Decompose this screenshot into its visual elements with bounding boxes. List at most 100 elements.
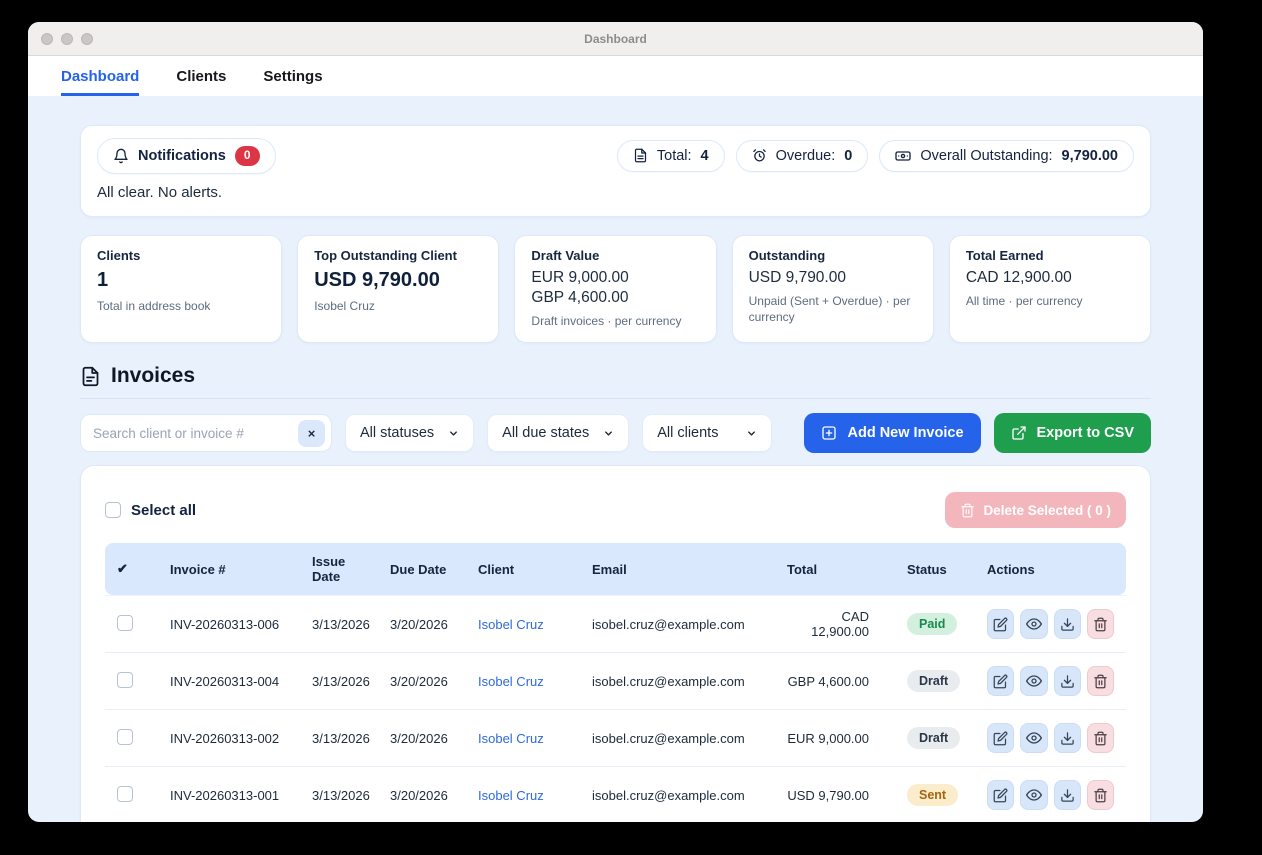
header-actions: Actions <box>975 543 1126 595</box>
download-button[interactable] <box>1054 723 1081 753</box>
tab-clients[interactable]: Clients <box>176 56 226 96</box>
select-all-label: Select all <box>131 502 196 519</box>
chevron-down-icon <box>448 428 459 439</box>
client-link[interactable]: Isobel Cruz <box>478 731 544 746</box>
invoice-table-panel: Select all Delete Selected ( 0 ) <box>80 465 1151 822</box>
status-filter-value: All statuses <box>360 425 434 441</box>
row-checkbox[interactable] <box>117 672 133 688</box>
select-all-control: Select all <box>105 502 196 519</box>
status-filter-select[interactable]: All statuses <box>345 414 474 452</box>
edit-icon <box>993 788 1008 803</box>
minimize-button[interactable] <box>61 33 73 45</box>
export-csv-button[interactable]: Export to CSV <box>994 413 1151 453</box>
stat-sub: Isobel Cruz <box>314 298 482 314</box>
status-badge: Sent <box>907 784 958 806</box>
stat-sub: Draft invoices · per currency <box>531 313 699 329</box>
client-filter-value: All clients <box>657 425 718 441</box>
client-link[interactable]: Isobel Cruz <box>478 788 544 803</box>
notifications-toggle[interactable]: Notifications 0 <box>97 138 276 174</box>
search-input[interactable] <box>93 426 298 441</box>
view-button[interactable] <box>1020 780 1047 810</box>
tab-dashboard[interactable]: Dashboard <box>61 56 139 96</box>
due-date: 3/20/2026 <box>378 767 466 822</box>
download-button[interactable] <box>1054 780 1081 810</box>
trash-icon <box>1093 674 1108 689</box>
total-invoices-pill: Total: 4 <box>617 140 725 172</box>
header-due-date: Due Date <box>378 543 466 595</box>
stat-card-clients: Clients 1 Total in address book <box>80 235 282 343</box>
invoices-table: ✔ Invoice # Issue Date Due Date Client E… <box>105 543 1126 822</box>
stat-label: Total Earned <box>966 248 1134 263</box>
export-icon <box>1011 425 1027 441</box>
header-issue-date: Issue Date <box>300 543 378 595</box>
client-filter-select[interactable]: All clients <box>642 414 772 452</box>
invoice-total: EUR 9,000.00 <box>775 710 895 767</box>
plus-square-icon <box>821 425 837 441</box>
delete-row-button[interactable] <box>1087 723 1114 753</box>
window-title: Dashboard <box>584 32 647 46</box>
view-button[interactable] <box>1020 609 1047 639</box>
delete-selected-button[interactable]: Delete Selected ( 0 ) <box>945 492 1126 528</box>
invoice-total: GBP 4,600.00 <box>775 653 895 710</box>
bell-icon <box>113 148 129 164</box>
chevron-down-icon <box>746 428 757 439</box>
download-button[interactable] <box>1054 666 1081 696</box>
eye-icon <box>1026 787 1042 803</box>
view-button[interactable] <box>1020 723 1047 753</box>
client-email: isobel.cruz@example.com <box>580 710 775 767</box>
due-date: 3/20/2026 <box>378 653 466 710</box>
stats-row: Clients 1 Total in address book Top Outs… <box>80 235 1151 343</box>
select-all-checkbox[interactable] <box>105 502 121 518</box>
view-button[interactable] <box>1020 666 1047 696</box>
row-checkbox[interactable] <box>117 786 133 802</box>
row-checkbox[interactable] <box>117 615 133 631</box>
issue-date: 3/13/2026 <box>300 710 378 767</box>
table-row: INV-20260313-006 3/13/2026 3/20/2026 Iso… <box>105 595 1126 653</box>
due-state-filter-select[interactable]: All due states <box>487 414 629 452</box>
invoices-section-header: Invoices <box>80 364 1151 399</box>
delete-row-button[interactable] <box>1087 666 1114 696</box>
download-button[interactable] <box>1054 609 1081 639</box>
delete-row-button[interactable] <box>1087 780 1114 810</box>
download-icon <box>1060 731 1075 746</box>
stat-label: Clients <box>97 248 265 263</box>
invoice-search: × <box>80 414 332 452</box>
status-badge: Draft <box>907 670 960 692</box>
banknote-icon <box>895 148 911 164</box>
client-email: isobel.cruz@example.com <box>580 653 775 710</box>
edit-button[interactable] <box>987 666 1014 696</box>
notifications-count-badge: 0 <box>235 146 260 166</box>
invoice-number: INV-20260313-002 <box>158 710 300 767</box>
stat-sub: Unpaid (Sent + Overdue) · per currency <box>749 293 917 325</box>
add-new-invoice-button[interactable]: Add New Invoice <box>804 413 980 453</box>
tab-settings[interactable]: Settings <box>263 56 322 96</box>
edit-button[interactable] <box>987 780 1014 810</box>
zoom-button[interactable] <box>81 33 93 45</box>
edit-button[interactable] <box>987 723 1014 753</box>
window-titlebar: Dashboard <box>28 22 1203 56</box>
due-date: 3/20/2026 <box>378 595 466 653</box>
overall-outstanding-pill: Overall Outstanding: 9,790.00 <box>879 140 1134 172</box>
client-email: isobel.cruz@example.com <box>580 767 775 822</box>
delete-row-button[interactable] <box>1087 609 1114 639</box>
trash-icon <box>960 503 975 518</box>
edit-button[interactable] <box>987 609 1014 639</box>
status-badge: Paid <box>907 613 957 635</box>
main-nav: Dashboard Clients Settings <box>28 56 1203 96</box>
invoices-title: Invoices <box>111 364 195 388</box>
invoice-number: INV-20260313-004 <box>158 653 300 710</box>
status-badge: Draft <box>907 727 960 749</box>
client-link[interactable]: Isobel Cruz <box>478 617 544 632</box>
invoice-file-icon <box>80 366 101 387</box>
close-button[interactable] <box>41 33 53 45</box>
issue-date: 3/13/2026 <box>300 767 378 822</box>
edit-icon <box>993 674 1008 689</box>
search-clear-button[interactable]: × <box>298 420 325 447</box>
overdue-pill: Overdue: 0 <box>736 140 869 172</box>
download-icon <box>1060 674 1075 689</box>
issue-date: 3/13/2026 <box>300 595 378 653</box>
stat-card-total-earned: Total Earned CAD 12,900.00 All time · pe… <box>949 235 1151 343</box>
client-link[interactable]: Isobel Cruz <box>478 674 544 689</box>
eye-icon <box>1026 616 1042 632</box>
row-checkbox[interactable] <box>117 729 133 745</box>
